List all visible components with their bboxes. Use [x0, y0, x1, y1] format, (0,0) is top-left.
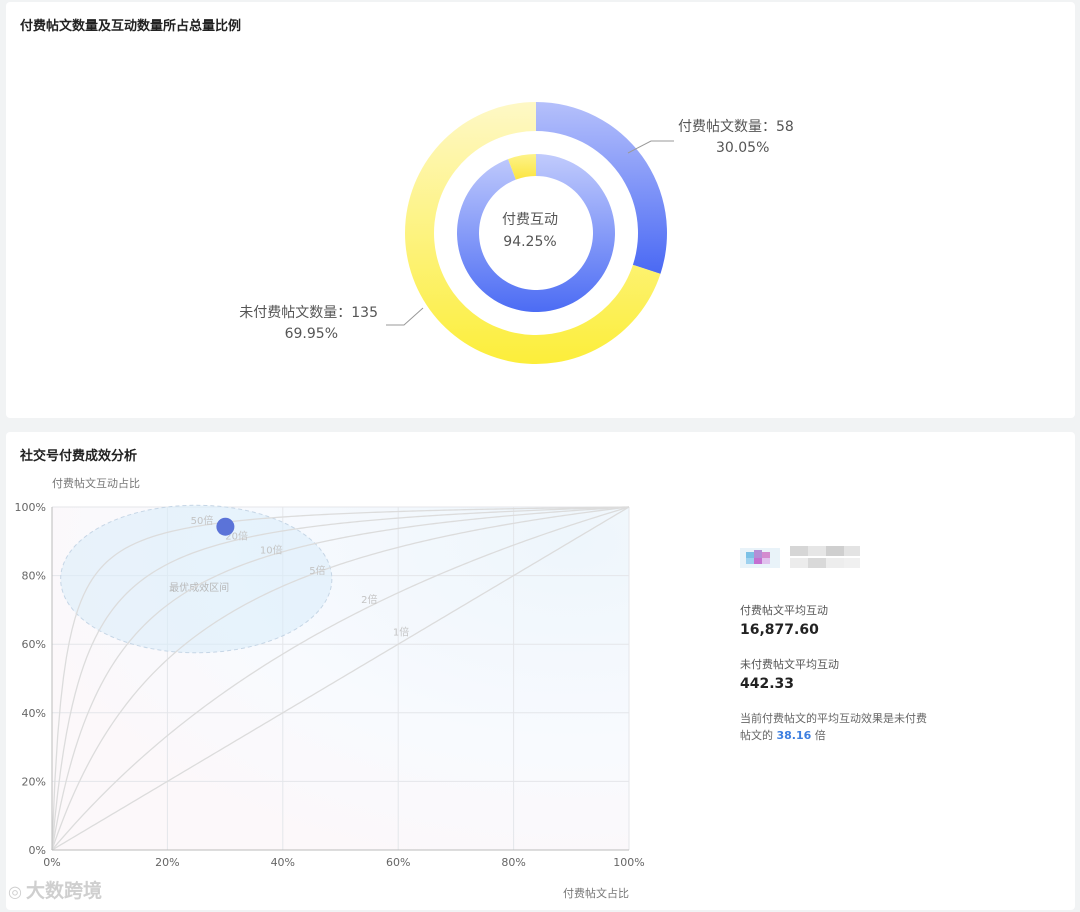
label-unpaid-count: 未付费帖文数量：135	[239, 305, 378, 321]
x-tick-label: 0%	[43, 856, 60, 869]
y-tick-label: 100%	[15, 501, 46, 514]
curve-label-1x: 1倍	[393, 626, 409, 639]
curve-label-2x: 2倍	[361, 593, 377, 606]
y-tick-label: 60%	[22, 638, 46, 651]
watermark-logo: ◎ 大数跨境	[8, 876, 102, 903]
x-tick-label: 80%	[501, 856, 525, 869]
donut-center-label: 付费互动	[502, 212, 558, 228]
unpaid-avg-block: 未付费帖文平均互动 442.33	[740, 656, 960, 692]
y-tick-label: 0%	[29, 844, 46, 857]
y-tick-label: 20%	[22, 775, 46, 788]
account-data-point[interactable]	[216, 517, 235, 536]
inner-slice-paid-interaction[interactable]	[457, 154, 615, 313]
effectiveness-chart: 最优成效区间 50倍20倍10倍5倍2倍1倍 0% 20% 40% 60% 80% 100…	[15, 476, 645, 900]
unpaid-avg-label: 未付费帖文平均互动	[740, 658, 839, 671]
y-tick-label: 40%	[22, 707, 46, 720]
x-tick-label: 20%	[155, 856, 179, 869]
x-axis-title: 付费帖文占比	[563, 886, 629, 900]
donut-chart: 付费互动 94.25% 付费帖文数量：58 30.05% 未付费帖文数量：135…	[239, 102, 794, 365]
curve-label-10x: 10倍	[260, 543, 283, 556]
donut-card: 付费帖文数量及互动数量所占总量比例 付费互动 94.25% 付费帖文数量：58 …	[6, 2, 1075, 418]
optimal-zone	[60, 504, 333, 654]
leader-line-unpaid	[386, 307, 424, 326]
curve-label-50x: 50倍	[191, 514, 214, 527]
watermark-icon: ◎	[8, 882, 22, 901]
x-tick-label: 40%	[271, 856, 295, 869]
summary-multiplier: 38.16	[776, 729, 812, 742]
label-paid-count: 付费帖文数量：58	[678, 119, 794, 135]
analysis-card: 社交号付费成效分析 最优成效区间 50倍 20倍 10倍 5倍 2倍 1倍 0% 20% 40…	[6, 432, 1075, 910]
watermark-text: 大数跨境	[25, 880, 102, 902]
summary-suffix: 倍	[814, 729, 826, 742]
summary-prefix: 当前付费帖文的平均互动效果是未付费帖文的	[740, 712, 927, 742]
optimal-zone-label: 最优成效区间	[169, 581, 229, 594]
paid-avg-label: 付费帖文平均互动	[740, 604, 828, 617]
label-paid-percent: 30.05%	[716, 140, 769, 156]
y-tick-label: 80%	[22, 570, 46, 583]
y-axis-title: 付费帖文互动占比	[52, 476, 140, 490]
unpaid-avg-value: 442.33	[740, 676, 795, 692]
effect-summary: 当前付费帖文的平均互动效果是未付费帖文的 38.16 倍	[740, 710, 930, 744]
paid-avg-value: 16,877.60	[740, 622, 819, 638]
x-tick-label: 60%	[386, 856, 410, 869]
paid-avg-block: 付费帖文平均互动 16,877.60	[740, 602, 960, 638]
x-tick-label: 100%	[613, 856, 644, 869]
stats-panel: 付费帖文平均互动 16,877.60 未付费帖文平均互动 442.33 当前付费…	[740, 542, 960, 744]
curve-label-5x: 5倍	[309, 564, 325, 577]
donut-center-value: 94.25%	[503, 234, 556, 250]
label-unpaid-percent: 69.95%	[285, 326, 338, 342]
